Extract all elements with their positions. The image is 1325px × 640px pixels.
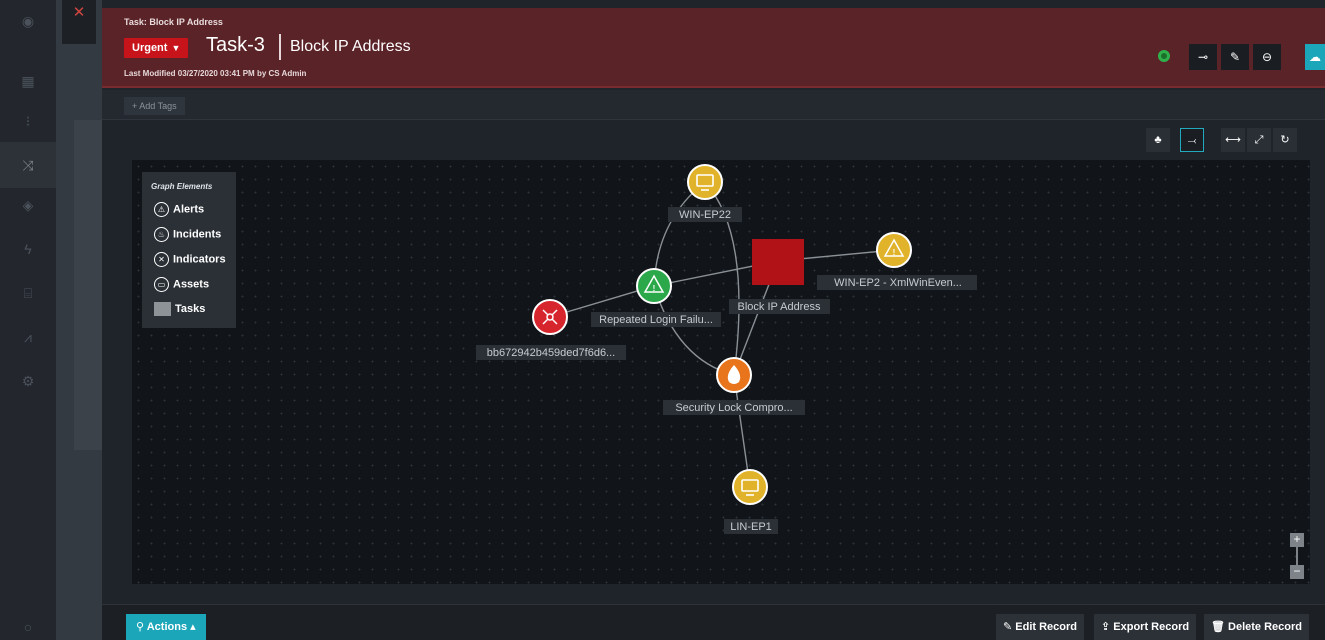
background-page [56, 0, 102, 640]
svg-text:!: ! [893, 248, 896, 257]
legend-title: Graph Elements [151, 182, 213, 191]
chat-button[interactable]: ☁ [1305, 44, 1325, 70]
hierarchy-layout-button[interactable]: ♣ [1146, 128, 1170, 152]
shuffle-icon[interactable]: ⤨ [19, 156, 37, 174]
add-tags-button[interactable]: + Add Tags [124, 97, 185, 115]
node-win-ep22[interactable] [687, 164, 723, 200]
settings-icon[interactable]: ⚙ [19, 372, 37, 390]
briefcase-icon[interactable]: ⌸ [19, 284, 37, 302]
indicator-icon: ✕ [154, 252, 169, 267]
flame-icon: ♨ [154, 227, 169, 242]
edit-record-button[interactable]: ✎ Edit Record [996, 614, 1085, 640]
relationship-graph[interactable]: WIN-EP22 Block IP Address ! WIN-EP2 - Xm… [132, 160, 1310, 584]
status-indicator-icon [1158, 50, 1170, 62]
caret-up-icon: ▴ [187, 621, 196, 633]
square-icon [154, 302, 171, 316]
bolt-icon[interactable]: ϟ [19, 240, 37, 258]
export-icon: ⇪ [1101, 621, 1114, 633]
logo-icon[interactable]: ◉ [19, 12, 37, 30]
zoom-slider-track[interactable] [1296, 547, 1298, 565]
node-label: WIN-EP2 - XmlWinEven... [834, 277, 962, 289]
monitor-icon: ▭ [154, 277, 169, 292]
priority-dropdown[interactable]: Urgent ▼ [124, 38, 189, 58]
node-label: WIN-EP22 [679, 209, 731, 221]
graph-canvas: WIN-EP22 Block IP Address ! WIN-EP2 - Xm… [476, 164, 977, 534]
link-button[interactable]: ⊖ [1253, 44, 1281, 70]
modal-footer: ⚲ Actions ▴ ✎ Edit Record ⇪ Export Recor… [102, 604, 1325, 640]
node-block-ip-address[interactable] [752, 239, 804, 285]
node-label: Security Lock Compro... [675, 402, 792, 414]
legend-item-indicators: ✕ Indicators [154, 252, 226, 267]
fullscreen-button[interactable]: ⤢ [1247, 128, 1271, 152]
node-label: Repeated Login Failu... [599, 314, 713, 326]
legend-item-incidents: ♨ Incidents [154, 227, 221, 242]
svg-text:!: ! [653, 284, 656, 293]
graph-legend: Graph Elements ⚠ Alerts ♨ Incidents ✕ Indic… [142, 172, 236, 328]
trash-icon: 🗑 [1211, 621, 1229, 633]
fit-width-button[interactable]: ⟷ [1221, 128, 1245, 152]
legend-item-assets: ▭ Assets [154, 277, 209, 292]
edit-icon: ✎ [1003, 621, 1016, 633]
zoom-out-button[interactable]: − [1290, 565, 1304, 579]
edit-button[interactable]: ✎ [1221, 44, 1249, 70]
link-icon: ⚲ [136, 621, 147, 633]
legend-item-tasks: Tasks [154, 302, 205, 316]
caret-down-icon: ▼ [171, 43, 181, 53]
hierarchy-icon[interactable]: ⁝ [19, 112, 37, 130]
task-detail-modal: Task: Block IP Address Urgent ▼ Task-3 Bl… [102, 0, 1325, 640]
legend-item-alerts: ⚠ Alerts [154, 202, 204, 217]
chart-icon[interactable]: ⩘ [19, 328, 37, 346]
tags-bar: + Add Tags [102, 90, 1325, 120]
last-modified: Last Modified 03/27/2020 03:41 PM by CS … [124, 69, 307, 78]
export-record-button[interactable]: ⇪ Export Record [1094, 614, 1197, 640]
user-icon[interactable]: ○ [19, 618, 37, 636]
relationship-button[interactable]: ⊸ [1189, 44, 1217, 70]
page-title: Block IP Address [290, 38, 411, 55]
node-label: bb672942b459ded7f6d6... [487, 347, 615, 359]
warning-icon: ⚠ [154, 202, 169, 217]
delete-record-button[interactable]: 🗑 Delete Record [1204, 614, 1310, 640]
node-label: LIN-EP1 [730, 521, 772, 533]
node-lin-ep1[interactable] [732, 469, 768, 505]
dashboard-icon[interactable]: ▦ [19, 72, 37, 90]
shield-icon[interactable]: ◈ [19, 196, 37, 214]
task-id: Task-3 [206, 34, 265, 56]
divider [279, 34, 281, 60]
node-label: Block IP Address [738, 301, 821, 313]
force-layout-button[interactable]: ⤙ [1180, 128, 1204, 152]
breadcrumb: Task: Block IP Address [124, 17, 223, 27]
refresh-button[interactable]: ↻ [1273, 128, 1297, 152]
node-indicator-hash[interactable] [532, 299, 568, 335]
close-icon[interactable]: ✕ [62, 0, 96, 44]
app-sidebar: ◉ ▦ ⁝ ⤨ ◈ ϟ ⌸ ⩘ ⚙ ○ [0, 0, 56, 640]
task-header: Task: Block IP Address Urgent ▼ Task-3 Bl… [102, 8, 1325, 88]
node-repeated-login[interactable]: ! [636, 268, 672, 304]
zoom-in-button[interactable]: + [1290, 533, 1304, 547]
actions-button[interactable]: ⚲ Actions ▴ [126, 614, 206, 640]
node-security-lock[interactable] [716, 357, 752, 393]
node-win-ep2[interactable]: ! [876, 232, 912, 268]
